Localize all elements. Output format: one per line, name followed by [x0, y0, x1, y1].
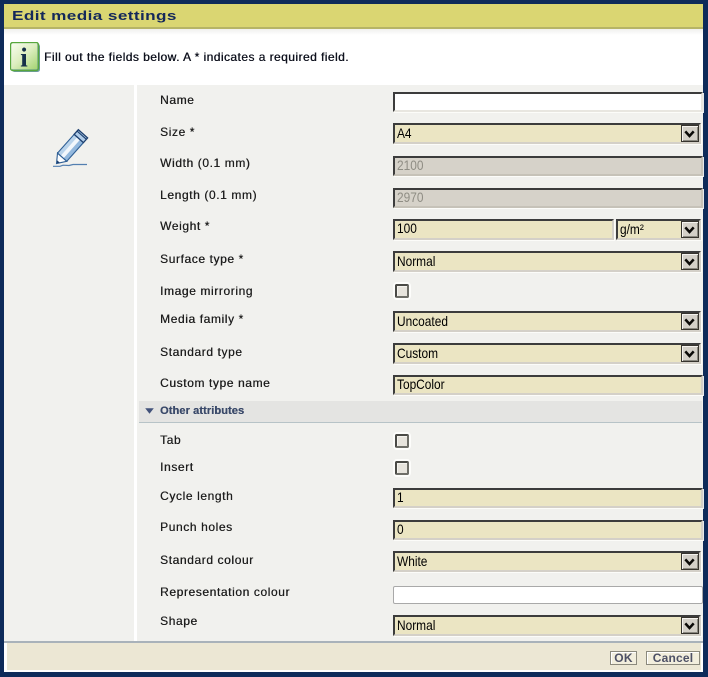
svg-text:i: i	[20, 43, 28, 73]
